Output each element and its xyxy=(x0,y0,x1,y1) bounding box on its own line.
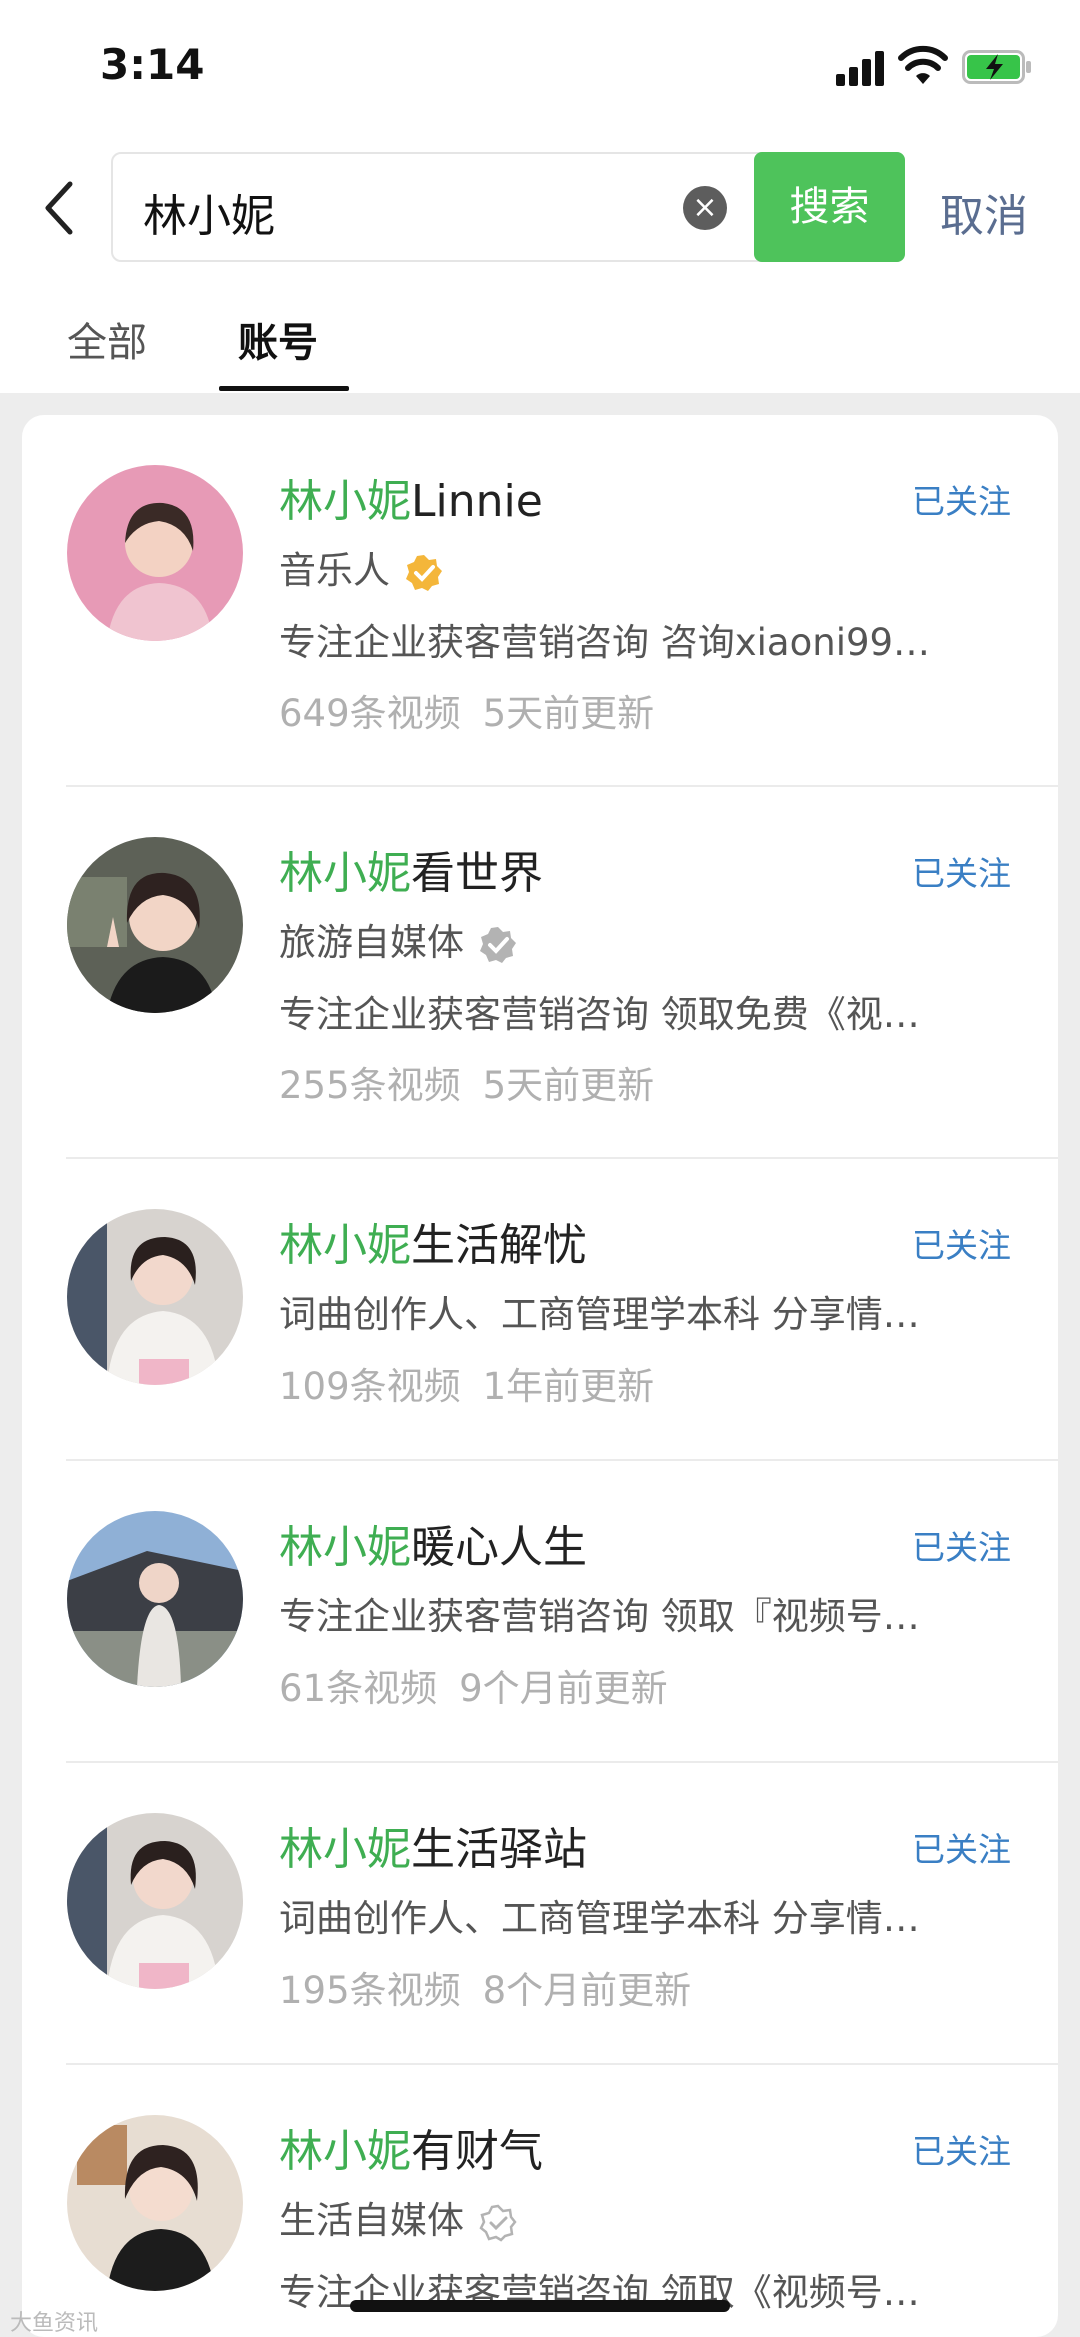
tab-all[interactable]: 全部 xyxy=(67,310,147,368)
account-result[interactable]: 林小妮看世界 已关注 旅游自媒体 专注企业获客营销咨询 领取免费《视… 255条… xyxy=(22,787,1058,1159)
back-arrow-icon[interactable] xyxy=(40,180,80,236)
search-button[interactable]: 搜索 xyxy=(754,152,905,262)
account-category: 生活自媒体 xyxy=(279,2190,518,2244)
account-name[interactable]: 林小妮有财气 xyxy=(279,2115,543,2179)
account-description: 词曲创作人、工商管理学本科 分享情… xyxy=(279,1897,920,1940)
following-status[interactable]: 已关注 xyxy=(912,1219,1011,1267)
avatar[interactable] xyxy=(67,1209,243,1385)
active-tab-indicator xyxy=(219,386,349,391)
status-time: 3:14 xyxy=(100,40,205,89)
account-description: 专注企业获客营销咨询 领取『视频号… xyxy=(279,1595,920,1638)
account-name[interactable]: 林小妮暖心人生 xyxy=(279,1511,587,1575)
search-query-text: 林小妮 xyxy=(143,191,275,242)
account-name[interactable]: 林小妮看世界 xyxy=(279,837,543,901)
avatar-image xyxy=(67,1511,243,1687)
verified-gold-badge-icon xyxy=(406,554,442,591)
avatar-image xyxy=(67,465,243,641)
account-result[interactable]: 林小妮Linnie 已关注 音乐人 专注企业获客营销咨询 咨询xiaoni99…… xyxy=(22,415,1058,787)
clear-search-icon[interactable]: × xyxy=(683,186,727,230)
avatar[interactable] xyxy=(67,1813,243,1989)
following-status[interactable]: 已关注 xyxy=(912,2125,1011,2173)
account-result[interactable]: 林小妮生活驿站 已关注 词曲创作人、工商管理学本科 分享情… 195条视频 8个月… xyxy=(22,1763,1058,2065)
account-result[interactable]: 林小妮暖心人生 已关注 专注企业获客营销咨询 领取『视频号… 61条视频 9个月前… xyxy=(22,1461,1058,1763)
avatar[interactable] xyxy=(67,465,243,641)
cancel-button[interactable]: 取消 xyxy=(940,180,1028,244)
account-description: 专注企业获客营销咨询 领取免费《视… xyxy=(279,993,920,1036)
account-meta: 61条视频 9个月前更新 xyxy=(279,1667,668,1710)
avatar[interactable] xyxy=(67,837,243,1013)
account-meta: 649条视频 5天前更新 xyxy=(279,692,655,735)
account-result[interactable]: 林小妮生活解忧 已关注 词曲创作人、工商管理学本科 分享情… 109条视频 1年前… xyxy=(22,1159,1058,1461)
account-meta: 255条视频 5天前更新 xyxy=(279,1064,655,1107)
account-meta: 109条视频 1年前更新 xyxy=(279,1365,655,1408)
following-status[interactable]: 已关注 xyxy=(912,1823,1011,1871)
account-category: 音乐人 xyxy=(279,540,444,594)
avatar-image xyxy=(67,1209,243,1385)
account-name[interactable]: 林小妮Linnie xyxy=(279,465,543,529)
account-result[interactable]: 林小妮有财气 已关注 生活自媒体 专注企业获客营销咨询 领取《视频号… xyxy=(22,2065,1058,2337)
account-name[interactable]: 林小妮生活解忧 xyxy=(279,1209,587,1273)
following-status[interactable]: 已关注 xyxy=(912,1521,1011,1569)
avatar[interactable] xyxy=(67,1511,243,1687)
account-category: 旅游自媒体 xyxy=(279,912,518,966)
account-description: 专注企业获客营销咨询 咨询xiaoni99… xyxy=(279,621,931,664)
results-card: 林小妮Linnie 已关注 音乐人 专注企业获客营销咨询 咨询xiaoni99…… xyxy=(22,415,1058,2337)
account-description: 词曲创作人、工商管理学本科 分享情… xyxy=(279,1293,920,1336)
wifi-icon xyxy=(898,45,948,84)
verified-gray-badge-icon xyxy=(480,926,516,963)
status-bar: 3:14 xyxy=(0,0,1080,130)
cellular-signal-icon xyxy=(836,50,886,86)
following-status[interactable]: 已关注 xyxy=(912,475,1011,523)
verified-outline-badge-icon xyxy=(479,2204,517,2242)
avatar-image xyxy=(67,1813,243,1989)
account-meta: 195条视频 8个月前更新 xyxy=(279,1969,692,2012)
avatar-image xyxy=(67,2115,243,2291)
account-name[interactable]: 林小妮生活驿站 xyxy=(279,1813,587,1877)
avatar[interactable] xyxy=(67,2115,243,2291)
battery-charging-icon xyxy=(962,50,1031,84)
tab-accounts[interactable]: 账号 xyxy=(238,310,318,368)
watermark: 大鱼资讯 xyxy=(10,2311,99,2336)
avatar-image xyxy=(67,837,243,1013)
home-indicator xyxy=(350,2300,730,2312)
following-status[interactable]: 已关注 xyxy=(912,847,1011,895)
header: 3:14 林小妮 × 搜索 取消 全部 账号 xyxy=(0,0,1080,393)
